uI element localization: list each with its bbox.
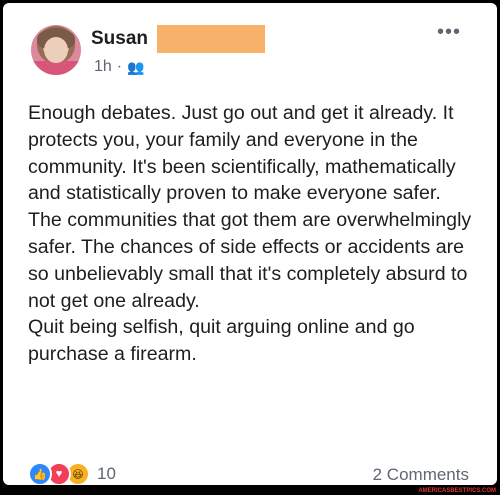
post-paragraph-1: Enough debates. Just go out and get it a…: [28, 102, 472, 312]
friends-icon[interactable]: 👥: [127, 59, 144, 76]
post-text: Enough debates. Just go out and get it a…: [28, 100, 478, 368]
like-icon: 👍: [28, 462, 52, 485]
author-name[interactable]: Susan: [91, 28, 148, 50]
more-options-icon[interactable]: •••: [437, 21, 461, 44]
post-card: Susan 1h · 👥 ••• Enough debates. Just go…: [3, 3, 497, 485]
redacted-surname: [157, 25, 265, 53]
avatar-shirt: [31, 61, 81, 75]
reaction-count: 10: [97, 464, 116, 483]
comments-link[interactable]: 2 Comments: [373, 465, 469, 485]
avatar-face: [44, 37, 68, 63]
post-time[interactable]: 1h: [94, 58, 112, 76]
post-paragraph-2: Quit being selfish, quit arguing online …: [28, 316, 415, 366]
profile-avatar[interactable]: [31, 25, 81, 75]
reactions-summary[interactable]: 👍 ♥ 😆 10: [28, 462, 116, 485]
site-watermark: AMERICASBESTPICS.COM: [418, 488, 496, 494]
meta-separator: ·: [116, 58, 123, 75]
post-meta: 1h · 👥: [94, 58, 145, 76]
